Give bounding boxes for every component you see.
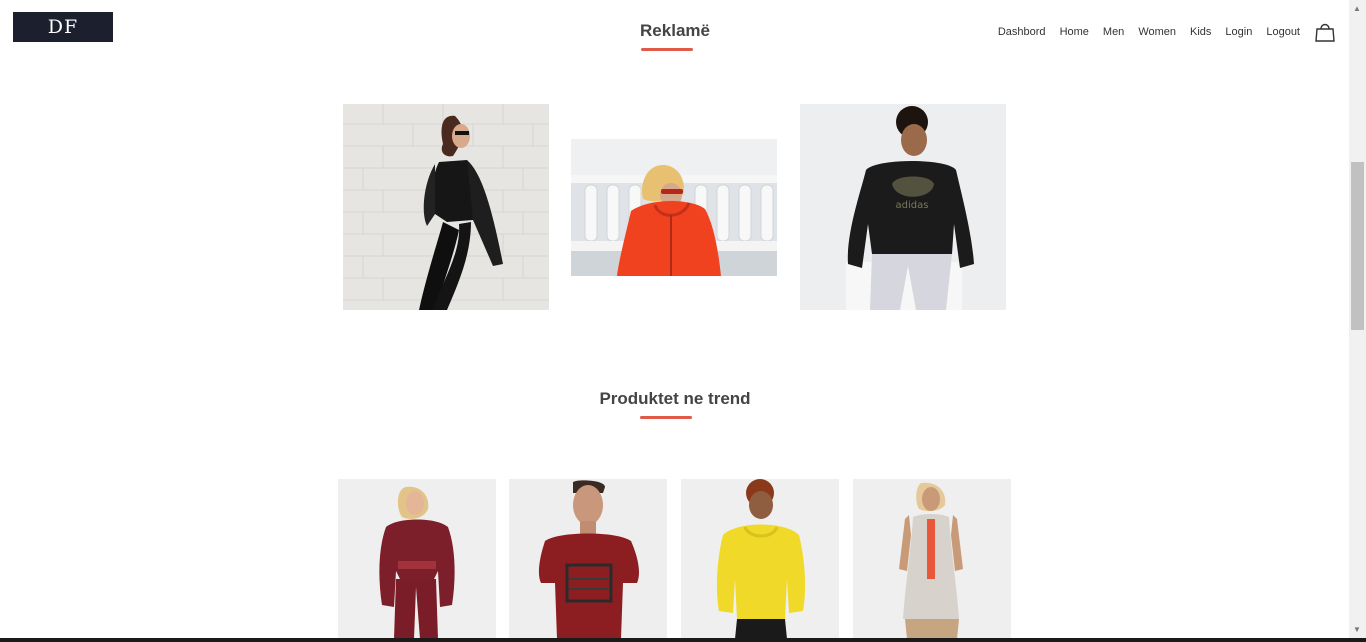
product-card-yellow-hoodie[interactable] [681, 479, 839, 639]
trending-title: Produktet ne trend [599, 389, 751, 408]
vertical-scrollbar[interactable]: ▲ ▼ [1349, 0, 1366, 638]
product-card-red-tshirt[interactable] [509, 479, 667, 639]
nav-home[interactable]: Home [1060, 25, 1089, 39]
nav-men[interactable]: Men [1103, 25, 1124, 39]
scroll-down-arrow-icon[interactable]: ▼ [1353, 625, 1361, 634]
nav-login[interactable]: Login [1225, 25, 1252, 39]
nav-dashbord[interactable]: Dashbord [998, 25, 1046, 39]
shopping-bag-icon[interactable] [1314, 21, 1336, 43]
scroll-up-arrow-icon[interactable]: ▲ [1353, 4, 1361, 13]
svg-text:adidas: adidas [896, 200, 929, 211]
title-underline [641, 48, 693, 51]
ad-image-leather-jacket[interactable] [343, 104, 549, 310]
scrollbar-thumb[interactable] [1351, 162, 1364, 330]
page: DF STORE Reklamë Dashbord Home Men Women… [0, 0, 1366, 642]
main-nav: Dashbord Home Men Women Kids Login Logou… [984, 21, 1336, 43]
product-card-burgundy-hoodie[interactable] [338, 479, 496, 639]
ad-image-orange-jacket[interactable] [571, 139, 777, 276]
nav-logout[interactable]: Logout [1266, 25, 1300, 39]
nav-kids[interactable]: Kids [1190, 25, 1211, 39]
page-title: Reklamë [640, 21, 710, 40]
product-card-sleeveless-dress[interactable] [853, 479, 1011, 639]
bottom-edge [0, 638, 1366, 642]
ad-image-black-hoodie[interactable]: adidas [800, 104, 1006, 310]
nav-women[interactable]: Women [1138, 25, 1176, 39]
trending-underline [640, 416, 692, 419]
store-logo[interactable]: DF STORE [13, 12, 113, 68]
